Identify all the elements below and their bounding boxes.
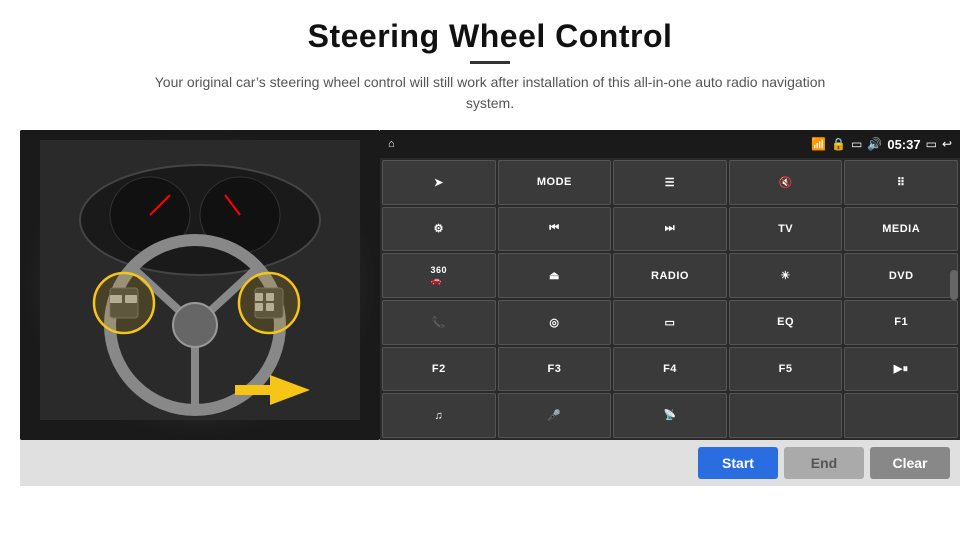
car-image-bg	[20, 130, 380, 440]
status-right: 📶 🔒 ▭ 🔊 05:37 ▭ ↩	[811, 137, 952, 152]
btn-mute[interactable]: 🔇	[729, 160, 843, 205]
btn-window[interactable]: ▭	[613, 300, 727, 345]
status-time: 05:37	[887, 137, 920, 152]
btn-eq[interactable]: EQ	[729, 300, 843, 345]
subtitle-text: Your original car’s steering wheel contr…	[150, 72, 830, 114]
sd-icon: ▭	[851, 137, 862, 151]
steering-wheel-image	[40, 140, 360, 420]
btn-call-end[interactable]: 📡	[613, 393, 727, 438]
start-button[interactable]: Start	[698, 447, 778, 479]
btn-media[interactable]: MEDIA	[844, 207, 958, 252]
lock-icon: 🔒	[831, 137, 846, 151]
btn-dvd[interactable]: DVD	[844, 253, 958, 298]
btn-radio[interactable]: RADIO	[613, 253, 727, 298]
home-icon[interactable]: ⌂	[388, 138, 395, 150]
scroll-indicator[interactable]	[950, 270, 958, 300]
btn-send[interactable]: ➤	[382, 160, 496, 205]
btn-mode[interactable]: MODE	[498, 160, 612, 205]
car-image-section	[20, 130, 380, 440]
btn-f2[interactable]: F2	[382, 347, 496, 392]
page-title: Steering Wheel Control	[150, 18, 830, 55]
status-bar: ⌂ 📶 🔒 ▭ 🔊 05:37 ▭ ↩	[380, 130, 960, 158]
btn-list[interactable]: ☰	[613, 160, 727, 205]
btn-f3[interactable]: F3	[498, 347, 612, 392]
bt-icon: 🔊	[867, 137, 882, 151]
btn-next[interactable]: ⏭	[613, 207, 727, 252]
back-icon[interactable]: ↩	[942, 137, 952, 151]
page-container: Steering Wheel Control Your original car…	[0, 0, 980, 544]
btn-music[interactable]: ♫	[382, 393, 496, 438]
screen-icon: ▭	[926, 137, 937, 151]
end-button[interactable]: End	[784, 447, 864, 479]
buttons-grid: ➤ MODE ☰ 🔇 ⠿ ⚙ ⏮ ⏭ TV MEDIA 360🚗 ⏏ RADIO…	[380, 158, 960, 440]
btn-nav[interactable]: ◎	[498, 300, 612, 345]
btn-settings[interactable]: ⚙	[382, 207, 496, 252]
content-area: ⌂ 📶 🔒 ▭ 🔊 05:37 ▭ ↩ ➤	[20, 130, 960, 440]
btn-phone[interactable]: 📞	[382, 300, 496, 345]
btn-prev[interactable]: ⏮	[498, 207, 612, 252]
btn-f4[interactable]: F4	[613, 347, 727, 392]
clear-button[interactable]: Clear	[870, 447, 950, 479]
title-divider	[470, 61, 510, 64]
title-section: Steering Wheel Control Your original car…	[150, 18, 830, 114]
btn-mic[interactable]: 🎤	[498, 393, 612, 438]
btn-apps[interactable]: ⠿	[844, 160, 958, 205]
status-left: ⌂	[388, 138, 395, 150]
bottom-bar: Start End Clear	[20, 440, 960, 486]
wifi-icon: 📶	[811, 137, 826, 151]
btn-empty1	[729, 393, 843, 438]
btn-360[interactable]: 360🚗	[382, 253, 496, 298]
btn-playpause[interactable]: ▶⏸	[844, 347, 958, 392]
btn-tv[interactable]: TV	[729, 207, 843, 252]
btn-f5[interactable]: F5	[729, 347, 843, 392]
btn-brightness[interactable]: ☀	[729, 253, 843, 298]
btn-eject[interactable]: ⏏	[498, 253, 612, 298]
btn-empty2	[844, 393, 958, 438]
control-panel: ⌂ 📶 🔒 ▭ 🔊 05:37 ▭ ↩ ➤	[380, 130, 960, 440]
btn-f1[interactable]: F1	[844, 300, 958, 345]
